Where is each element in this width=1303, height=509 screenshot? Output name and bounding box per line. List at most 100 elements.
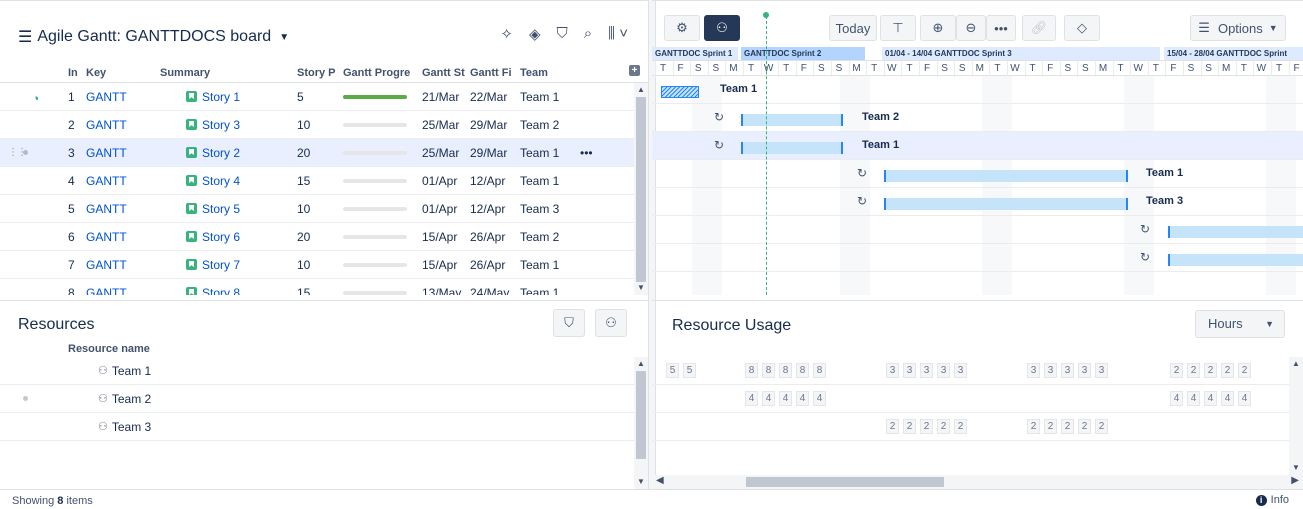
cell-summary[interactable]: Story 4: [156, 174, 296, 188]
scroll-down-icon[interactable]: ▼: [1289, 463, 1303, 472]
gantt-bar[interactable]: [741, 142, 843, 154]
scroll-up-icon[interactable]: ▲: [634, 85, 648, 94]
settings-button[interactable]: ⚙: [664, 15, 700, 41]
scroll-up-icon[interactable]: ▲: [634, 359, 648, 368]
usage-cell: 3: [954, 363, 967, 378]
filter-icon[interactable]: ⛉: [557, 25, 568, 43]
col-story-points[interactable]: Story P: [296, 67, 342, 79]
cell-summary[interactable]: Story 5: [156, 202, 296, 216]
col-key[interactable]: Key: [78, 67, 156, 79]
cell-summary[interactable]: Story 8: [156, 286, 296, 295]
resource-scroll-thumb[interactable]: [636, 371, 646, 459]
cell-key[interactable]: GANTT: [78, 118, 156, 132]
day-label: T: [778, 61, 793, 77]
timeline-row[interactable]: ↻: [652, 216, 1303, 244]
zoom-out-button[interactable]: ⊖: [956, 15, 986, 41]
timeline-row[interactable]: ↻ Team 1: [652, 160, 1303, 188]
today-button[interactable]: Today: [829, 15, 877, 41]
cell-key[interactable]: GANTT: [78, 146, 156, 160]
resource-name-header[interactable]: Resource name: [68, 343, 150, 355]
scroll-left-icon[interactable]: ◀: [656, 475, 664, 486]
cell-summary[interactable]: Story 7: [156, 258, 296, 272]
cell-key[interactable]: GANTT: [78, 202, 156, 216]
resource-vscrollbar[interactable]: ▲ ▼: [634, 357, 648, 489]
timeline-row[interactable]: ↻: [652, 244, 1303, 272]
more-button[interactable]: •••: [986, 15, 1016, 41]
resource-view-button[interactable]: ⚇: [704, 15, 740, 41]
timeline-hscrollbar[interactable]: ◀ ▶: [652, 475, 1303, 489]
cell-summary[interactable]: Story 1: [156, 90, 296, 104]
resource-users-button[interactable]: ⚇: [595, 309, 627, 337]
col-gantt-start[interactable]: Gantt St: [418, 67, 466, 79]
timeline-scroll-thumb[interactable]: [746, 477, 944, 487]
table-row[interactable]: ⋮⋮ 3 GANTT Story 2 20 25/Mar 29/Mar Team 1 •••: [0, 139, 648, 167]
cell-start: 15/Apr: [422, 257, 458, 272]
board-selector[interactable]: ☰ Agile Gantt: GANTTDOCS board ▼: [18, 27, 289, 47]
scroll-down-icon[interactable]: ▼: [634, 477, 648, 486]
scroll-up-icon[interactable]: ▲: [1289, 359, 1303, 368]
col-summary[interactable]: Summary: [156, 67, 296, 79]
table-row[interactable]: 4 GANTT Story 4 15 01/Apr 12/Apr Team 1: [0, 167, 648, 195]
usage-cell: 3: [937, 363, 950, 378]
dependency-icon[interactable]: ↻: [714, 110, 724, 124]
resource-row[interactable]: ⚇ Team 3: [0, 413, 634, 441]
cell-summary[interactable]: Story 2: [156, 146, 296, 160]
row-more-icon[interactable]: •••: [576, 146, 616, 160]
columns-icon[interactable]: ⫼ ˅: [608, 25, 628, 43]
usage-vscrollbar[interactable]: ▲ ▼: [1289, 357, 1303, 475]
gantt-bar[interactable]: [741, 114, 843, 126]
grid-vscrollbar[interactable]: ▲ ▼: [634, 83, 648, 295]
table-row[interactable]: 2 GANTT Story 3 10 25/Mar 29/Mar Team 2: [0, 111, 648, 139]
gantt-bar[interactable]: [1168, 254, 1303, 266]
cell-progress: [342, 122, 418, 127]
table-row[interactable]: ✔ 1GANTTStory 15 21/Mar 22/Mar Team 1: [0, 83, 648, 111]
layers-icon[interactable]: ◈: [529, 25, 541, 43]
pin-icon[interactable]: ✧: [500, 25, 513, 43]
cell-summary[interactable]: Story 3: [156, 118, 296, 132]
milestone-button[interactable]: ◇: [1064, 15, 1100, 41]
dependency-icon[interactable]: ↻: [857, 194, 867, 208]
col-index[interactable]: Index: [38, 67, 78, 79]
resource-row[interactable]: ⚇ Team 2: [0, 385, 634, 413]
gantt-bar[interactable]: [661, 86, 699, 98]
dependency-icon[interactable]: ↻: [1140, 222, 1150, 236]
gantt-bar[interactable]: [884, 170, 1128, 182]
zoom-in-button[interactable]: ⊕: [920, 15, 956, 41]
cell-key[interactable]: GANTT: [78, 258, 156, 272]
cell-key[interactable]: GANTT: [78, 174, 156, 188]
col-gantt-finish[interactable]: Gantt Fi: [466, 67, 516, 79]
timeline-row[interactable]: ↻ Team 3: [652, 188, 1303, 216]
cell-key[interactable]: GANTT: [78, 230, 156, 244]
gantt-bar[interactable]: [884, 198, 1128, 210]
cell-key[interactable]: GANTT: [78, 286, 156, 296]
scroll-to-task-button[interactable]: ⊤: [880, 15, 916, 41]
gantt-bar[interactable]: [1168, 226, 1303, 238]
table-row[interactable]: 6 GANTT Story 6 20 15/Apr 26/Apr Team 2: [0, 223, 648, 251]
search-icon[interactable]: ⌕: [584, 25, 592, 43]
link-button[interactable]: 🔗︎: [1022, 15, 1056, 41]
info-button[interactable]: i Info: [1255, 494, 1289, 506]
scroll-down-icon[interactable]: ▼: [634, 283, 648, 292]
scroll-right-icon[interactable]: ▶: [1291, 475, 1299, 486]
timeline-row[interactable]: Team 1: [652, 76, 1303, 104]
cell-key[interactable]: GANTT: [78, 90, 156, 104]
dependency-icon[interactable]: ↻: [714, 138, 724, 152]
table-row[interactable]: 8 GANTT Story 8 15 13/May 24/May Team 1: [0, 279, 648, 295]
cell-finish: 12/Apr: [470, 173, 506, 188]
table-row[interactable]: 7 GANTT Story 7 10 15/Apr 26/Apr Team 1: [0, 251, 648, 279]
cell-summary[interactable]: Story 6: [156, 230, 296, 244]
resource-row[interactable]: ⚇ Team 1: [0, 357, 634, 385]
resource-filter-button[interactable]: ⛉: [553, 309, 585, 337]
col-team[interactable]: Team: [516, 67, 576, 79]
dependency-icon[interactable]: ↻: [1140, 250, 1150, 264]
grid-scroll-thumb[interactable]: [636, 97, 646, 282]
dependency-icon[interactable]: ↻: [857, 166, 867, 180]
options-button[interactable]: ☰ Options ▼: [1190, 15, 1286, 41]
col-gantt-progress[interactable]: Gantt Progre: [342, 67, 418, 79]
timeline-row[interactable]: ↻ Team 2: [652, 104, 1303, 132]
table-row[interactable]: 5 GANTT Story 5 10 01/Apr 12/Apr Team 3: [0, 195, 648, 223]
timeline-row[interactable]: ↻ Team 1: [652, 132, 1303, 160]
add-column-icon[interactable]: +: [629, 65, 640, 76]
unit-select[interactable]: Hours ▼: [1195, 310, 1285, 338]
timeline-row[interactable]: [652, 272, 1303, 295]
